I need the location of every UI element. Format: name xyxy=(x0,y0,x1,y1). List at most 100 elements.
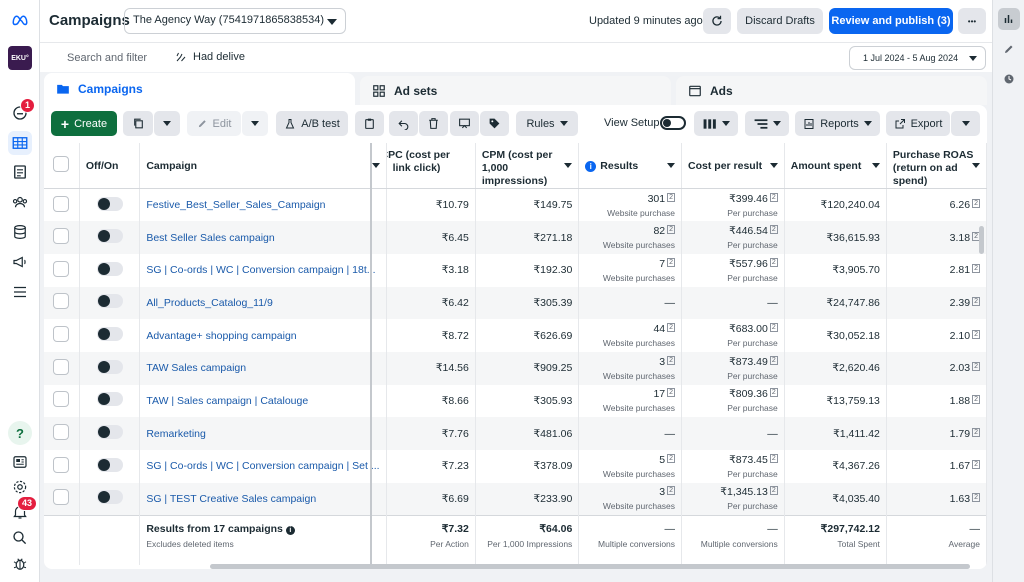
campaign-name[interactable]: Remarketing xyxy=(139,417,387,450)
campaign-name[interactable]: SG | Co-ords | WC | Conversion campaign … xyxy=(139,253,387,287)
notifications-icon[interactable]: 1 xyxy=(8,98,36,125)
table-row[interactable]: Festive_Best_Seller_Sales_Campaign ₹10.79… xyxy=(44,188,987,222)
table-row[interactable]: Remarketing ₹7.76 ₹481.06— — ₹1,411.42 1.79 2 xyxy=(44,417,987,450)
campaign-name[interactable]: SG | Co-ords | WC | Conversion campaign … xyxy=(139,450,387,483)
table-row[interactable]: Advantage+ shopping campaign ₹8.72 ₹626.69… xyxy=(44,319,987,352)
table-row[interactable]: TAW | Sales campaign | Catalouge ₹8.66 ₹30… xyxy=(44,384,987,418)
row-checkbox[interactable] xyxy=(53,326,70,343)
footnote-icon[interactable]: 2 xyxy=(972,329,980,339)
megaphone-icon[interactable] xyxy=(8,250,32,274)
horizontal-scrollbar[interactable] xyxy=(210,564,970,569)
footnote-icon[interactable]: 2 xyxy=(667,192,676,202)
history-clock-icon[interactable] xyxy=(998,68,1020,90)
duplicate-button[interactable] xyxy=(123,111,153,136)
footnote-icon[interactable]: 2 xyxy=(769,192,778,202)
account-avatar[interactable]: EKU° xyxy=(8,46,32,70)
bug-report-icon[interactable] xyxy=(8,552,32,576)
row-checkbox[interactable] xyxy=(53,260,70,277)
pages-icon[interactable] xyxy=(8,160,32,184)
table-row[interactable]: Best Seller Sales campaign ₹6.45 ₹271.18 82… xyxy=(44,221,987,254)
footnote-icon[interactable]: 2 xyxy=(667,225,676,235)
edit-panel-icon[interactable] xyxy=(998,38,1020,60)
tab-ad-sets[interactable]: Ad sets xyxy=(360,76,671,105)
campaign-status-toggle[interactable] xyxy=(96,327,123,342)
billing-stack-icon[interactable] xyxy=(8,220,32,244)
audiences-icon[interactable] xyxy=(8,190,32,214)
reports-dropdown[interactable]: Reports xyxy=(795,111,880,136)
campaign-name[interactable]: Best Seller Sales campaign xyxy=(139,221,387,254)
footnote-icon[interactable]: 2 xyxy=(972,264,980,274)
footnote-icon[interactable]: 2 xyxy=(667,323,676,333)
table-row[interactable]: SG | TEST Creative Sales campaign ₹6.69 ₹2… xyxy=(44,482,987,516)
campaign-name[interactable]: TAW Sales campaign xyxy=(139,351,387,385)
campaign-status-toggle[interactable] xyxy=(96,294,123,309)
row-checkbox[interactable] xyxy=(53,391,70,408)
row-checkbox[interactable] xyxy=(53,195,70,212)
campaign-status-toggle[interactable] xyxy=(96,229,123,244)
breakdown-button[interactable] xyxy=(745,111,789,136)
footnote-icon[interactable]: 2 xyxy=(769,388,778,398)
export-button[interactable]: Export xyxy=(886,111,950,136)
review-and-publish-button[interactable]: Review and publish (3) xyxy=(829,8,953,34)
vertical-scrollbar[interactable] xyxy=(979,226,984,254)
footnote-icon[interactable]: 2 xyxy=(972,296,980,306)
footnote-icon[interactable]: 2 xyxy=(667,355,676,365)
tab-campaigns[interactable]: Campaigns xyxy=(44,73,355,105)
row-checkbox[interactable] xyxy=(53,293,70,310)
column-header-campaign[interactable]: Campaign xyxy=(139,143,387,189)
row-checkbox[interactable] xyxy=(53,358,70,375)
footnote-icon[interactable]: 2 xyxy=(972,362,980,372)
campaign-status-toggle[interactable] xyxy=(96,261,123,276)
footnote-icon[interactable]: 2 xyxy=(972,394,980,404)
column-header-cpc[interactable]: CPC (cost per link click) xyxy=(386,143,476,189)
campaign-status-toggle[interactable] xyxy=(96,392,123,407)
campaign-name[interactable]: All_Products_Catalog_11/9 xyxy=(139,286,387,320)
columns-button[interactable] xyxy=(694,111,738,136)
row-checkbox[interactable] xyxy=(53,489,70,506)
footnote-icon[interactable]: 2 xyxy=(769,453,778,463)
tag-button[interactable] xyxy=(480,111,509,136)
search-filter-input[interactable]: Search and filter Had delive xyxy=(46,45,879,71)
footnote-icon[interactable]: 2 xyxy=(769,257,778,267)
chart-panel-icon[interactable] xyxy=(998,8,1020,30)
row-checkbox[interactable] xyxy=(53,228,70,245)
footnote-icon[interactable]: 2 xyxy=(667,453,676,463)
ads-manager-table-icon[interactable] xyxy=(8,131,32,155)
footnote-icon[interactable]: 2 xyxy=(972,199,980,209)
select-all-checkbox[interactable] xyxy=(53,156,70,172)
footnote-icon[interactable]: 2 xyxy=(667,388,676,398)
discard-drafts-button[interactable]: Discard Drafts xyxy=(737,8,823,34)
account-selector[interactable]: The Agency Way (7541971865838534) xyxy=(124,8,346,34)
more-options-button[interactable]: ••• xyxy=(958,8,986,34)
column-header-onoff[interactable]: Off/On xyxy=(79,143,141,189)
table-row[interactable]: SG | Co-ords | WC | Conversion campaign … xyxy=(44,450,987,483)
footnote-icon[interactable]: 2 xyxy=(769,355,778,365)
meta-logo-icon[interactable] xyxy=(8,8,32,32)
clipboard-button[interactable] xyxy=(355,111,384,136)
row-checkbox[interactable] xyxy=(53,456,70,473)
row-checkbox[interactable] xyxy=(53,424,70,441)
info-icon[interactable]: i xyxy=(585,160,597,172)
footnote-icon[interactable]: 2 xyxy=(769,225,778,235)
column-header-cost-per-result[interactable]: Cost per result xyxy=(681,143,785,189)
campaign-status-toggle[interactable] xyxy=(96,196,123,211)
campaign-status-toggle[interactable] xyxy=(96,490,123,505)
delete-button[interactable] xyxy=(419,111,448,136)
column-header-results[interactable]: i Results xyxy=(578,143,683,189)
column-header-amount-spent[interactable]: Amount spent xyxy=(784,143,887,189)
bell-icon[interactable]: 43 xyxy=(8,496,38,524)
footnote-icon[interactable]: 2 xyxy=(769,323,778,333)
campaign-status-toggle[interactable] xyxy=(96,359,123,374)
create-button[interactable]: + Create xyxy=(51,111,117,136)
table-row[interactable]: TAW Sales campaign ₹14.56 ₹909.25 3 2 Website… xyxy=(44,351,987,385)
footnote-icon[interactable]: 2 xyxy=(769,486,778,496)
table-row[interactable]: All_Products_Catalog_11/9 ₹6.42 ₹305.39 — — ₹… xyxy=(44,286,987,320)
table-row[interactable]: SG | Co-ords | WC | Conversion campaign … xyxy=(44,253,987,287)
campaign-name[interactable]: SG | TEST Creative Sales campaign xyxy=(139,482,387,516)
campaign-name[interactable]: Festive_Best_Seller_Sales_Campaign xyxy=(139,188,387,222)
menu-icon[interactable] xyxy=(8,280,32,304)
column-header-roas[interactable]: Purchase ROAS (return on ad spend) xyxy=(886,143,987,189)
help-icon[interactable]: ? xyxy=(8,421,32,445)
filter-chip[interactable]: Had delive xyxy=(175,51,245,63)
news-icon[interactable] xyxy=(8,450,32,474)
